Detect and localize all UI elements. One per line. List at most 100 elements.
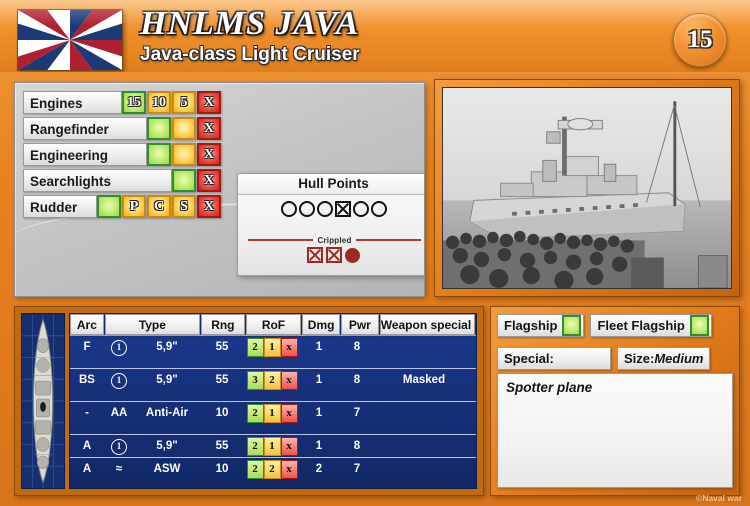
stat-box-blank[interactable] [172, 169, 196, 192]
weapon-arc: F [83, 341, 91, 353]
flagship-chip[interactable]: Flagship [497, 314, 585, 337]
weapon-special-rules: Masked [402, 374, 446, 386]
special-label: Special: [504, 351, 554, 366]
stat-row-engineering: Engineering X [23, 143, 222, 166]
weapon-type-label: Anti-Air [145, 407, 189, 419]
hull-point-circle[interactable] [280, 201, 297, 217]
fleet-flagship-checkbox[interactable] [689, 315, 709, 336]
stat-row-engines: Engines 15 10 5 X [23, 91, 222, 114]
weapon-range: 55 [215, 440, 229, 452]
stat-row-searchlights: Searchlights X [23, 169, 222, 192]
rof-box-3[interactable]: 3 [246, 370, 264, 390]
stat-box-x[interactable]: X [197, 169, 221, 192]
hull-point-crossed[interactable] [334, 201, 351, 217]
stat-box-p[interactable]: P [122, 195, 146, 218]
flagship-row: Flagship Fleet Flagship [497, 314, 712, 337]
stat-label-searchlights: Searchlights [23, 169, 172, 192]
weapon-range: 55 [215, 374, 229, 386]
rof-box-1[interactable]: 1 [263, 436, 281, 456]
weapon-power: 8 [353, 341, 361, 353]
rof-box-x[interactable]: x [280, 436, 298, 456]
hull-point-circle[interactable] [370, 201, 387, 217]
weapon-type: 1 5,9" [104, 369, 200, 391]
weapon-power: 7 [353, 407, 361, 419]
circled-one-icon: 1 [111, 438, 127, 455]
stat-box-x[interactable]: X [197, 117, 221, 140]
weapons-col-header-dmg: Dmg [302, 314, 340, 335]
crippled-box-crossed[interactable] [326, 247, 342, 263]
rof-box-x[interactable]: x [280, 370, 298, 390]
rof-box-x[interactable]: x [280, 403, 298, 423]
weapons-table-row: - AA Anti-Air 10 2 1 x 1 7 [70, 401, 476, 424]
fleet-flagship-label: Fleet Flagship [597, 318, 685, 333]
crippled-track[interactable] [238, 247, 424, 263]
weapon-damage: 1 [315, 407, 323, 419]
copyright-notice: ©Naval war [696, 493, 742, 503]
fleet-flagship-chip[interactable]: Fleet Flagship [590, 314, 712, 337]
stat-boxes-rangefinder: X [147, 117, 222, 140]
weapon-type-label: 5,9" [156, 374, 178, 386]
stat-box-blank[interactable] [147, 117, 171, 140]
weapon-damage: 2 [315, 463, 323, 475]
crippled-sunk-dot[interactable] [345, 247, 360, 263]
hull-points-panel: Hull Points Crippled [237, 173, 424, 276]
size-label: Size: [624, 351, 655, 366]
weapon-damage: 1 [315, 341, 323, 353]
hull-point-circle[interactable] [298, 201, 315, 217]
rof-box-2[interactable]: 2 [246, 337, 264, 357]
weapon-power: 7 [353, 463, 361, 475]
netherlands-naval-jack-flag-icon [17, 9, 123, 71]
flagship-label: Flagship [504, 318, 558, 333]
special-size-row: Special: Size: Medium [497, 347, 711, 370]
weapons-row-spacer [70, 391, 476, 401]
stat-box-blank[interactable] [172, 143, 196, 166]
stat-box-blank[interactable] [172, 117, 196, 140]
rof-box-x[interactable]: x [280, 459, 298, 479]
points-badge: 15 [673, 13, 727, 67]
weapons-row-spacer [70, 358, 476, 368]
hull-point-circle[interactable] [316, 201, 333, 217]
weapon-range: 10 [215, 463, 229, 475]
stat-box-blank[interactable] [97, 195, 121, 218]
hull-points-title: Hull Points [238, 174, 424, 195]
crippled-rule-left [248, 239, 314, 241]
rof-box-2[interactable]: 2 [246, 436, 264, 456]
info-panel: Flagship Fleet Flagship Special: Size: M… [490, 306, 740, 496]
weapon-special-rules [376, 402, 472, 424]
ship-photo-frame [434, 79, 740, 297]
points-value: 15 [687, 26, 713, 53]
crippled-box-crossed[interactable] [307, 247, 323, 263]
weapons-table-row: A 1 5,9" 55 2 1 x 1 8 [70, 434, 476, 457]
ship-plan-silhouette [21, 313, 65, 489]
rof-box-x[interactable]: x [280, 337, 298, 357]
rof-box-1[interactable]: 1 [263, 403, 281, 423]
rof-box-2[interactable]: 2 [246, 459, 264, 479]
weapons-table-panel: ArcTypeRngRoFDmgPwrWeapon special rules … [14, 306, 484, 496]
weapon-damage: 1 [315, 374, 323, 386]
flagship-checkbox[interactable] [562, 315, 582, 336]
weapon-rof: 32x [244, 369, 300, 391]
stat-box-blank[interactable] [147, 143, 171, 166]
stat-box-5[interactable]: 5 [172, 91, 196, 114]
hull-points-track[interactable] [238, 201, 424, 217]
rof-box-2[interactable]: 2 [246, 403, 264, 423]
weapon-power: 8 [353, 440, 361, 452]
stat-box-15[interactable]: 15 [122, 91, 146, 114]
stat-box-c[interactable]: C [147, 195, 171, 218]
stat-box-x[interactable]: X [197, 91, 221, 114]
stat-box-10[interactable]: 10 [147, 91, 171, 114]
stat-boxes-engines: 15 10 5 X [122, 91, 222, 114]
weapon-mount-count-icon: 1 [104, 336, 134, 358]
weapons-col-header-weapon-special-rules: Weapon special rules [379, 314, 475, 335]
hull-point-circle[interactable] [352, 201, 369, 217]
rof-box-1[interactable]: 1 [263, 337, 281, 357]
weapon-type-label: 5,9" [156, 341, 178, 353]
weapons-col-header-arc: Arc [70, 314, 104, 335]
stat-box-x[interactable]: X [197, 195, 221, 218]
stat-box-s[interactable]: S [172, 195, 196, 218]
stat-box-x[interactable]: X [197, 143, 221, 166]
weapon-arc: A [82, 440, 92, 452]
rof-box-2[interactable]: 2 [263, 370, 281, 390]
weapon-rof: 21x [244, 402, 300, 424]
rof-box-2[interactable]: 2 [263, 459, 281, 479]
